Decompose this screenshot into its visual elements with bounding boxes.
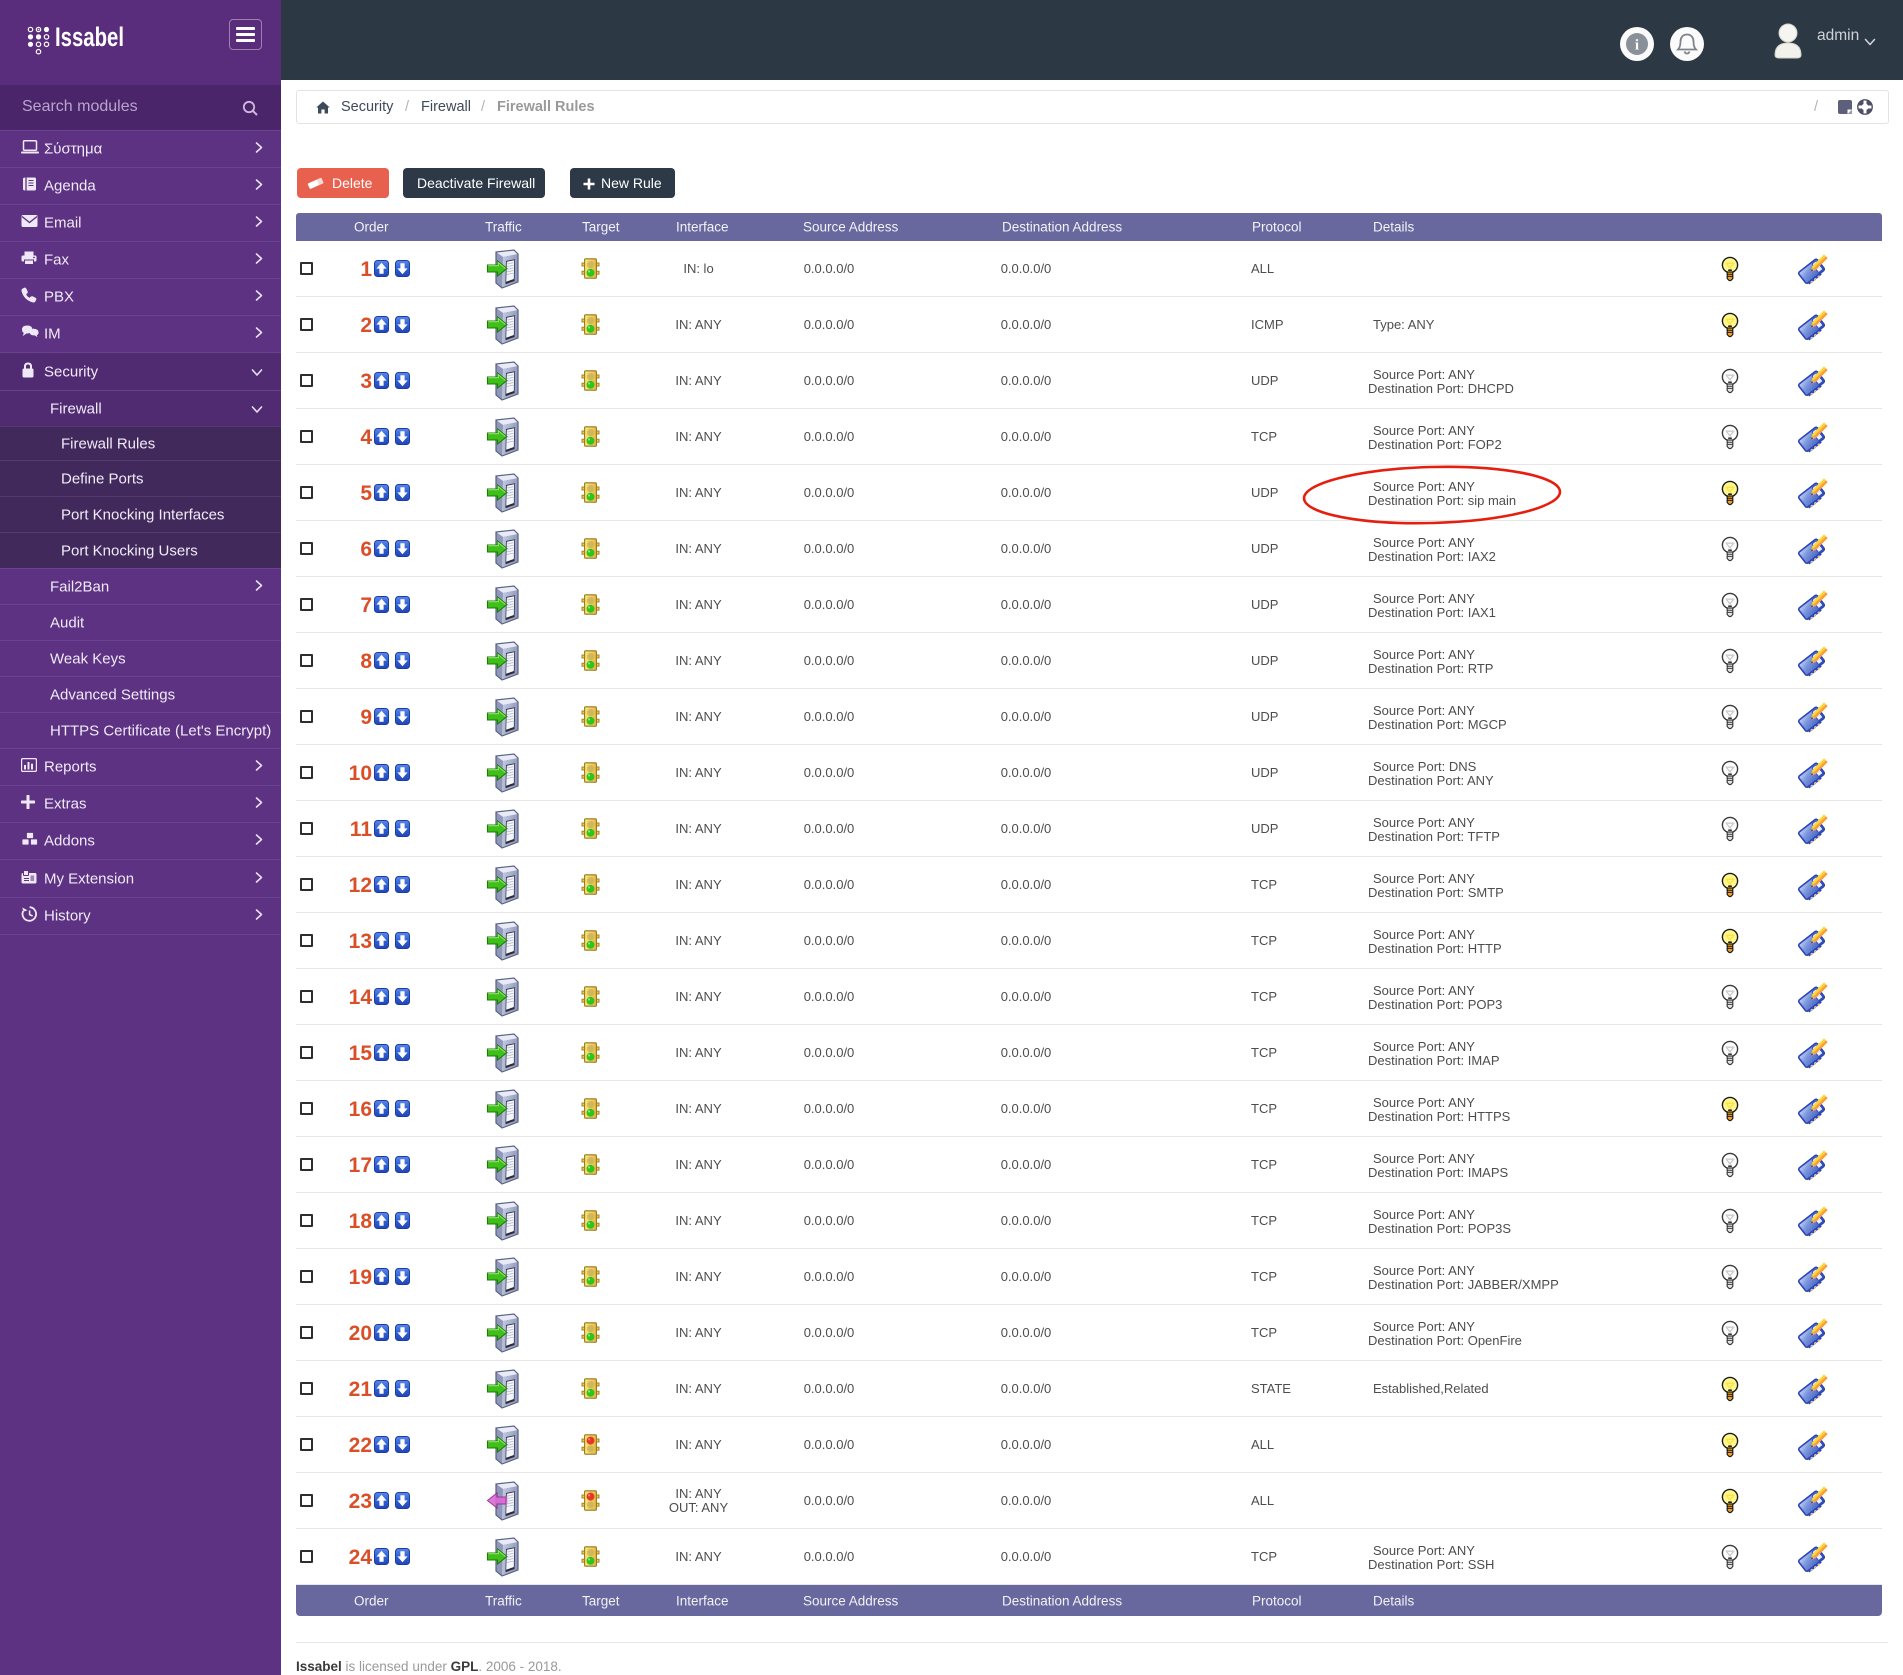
svg-text:i: i <box>1635 38 1639 54</box>
svg-text:Issabel: Issabel <box>55 22 124 51</box>
